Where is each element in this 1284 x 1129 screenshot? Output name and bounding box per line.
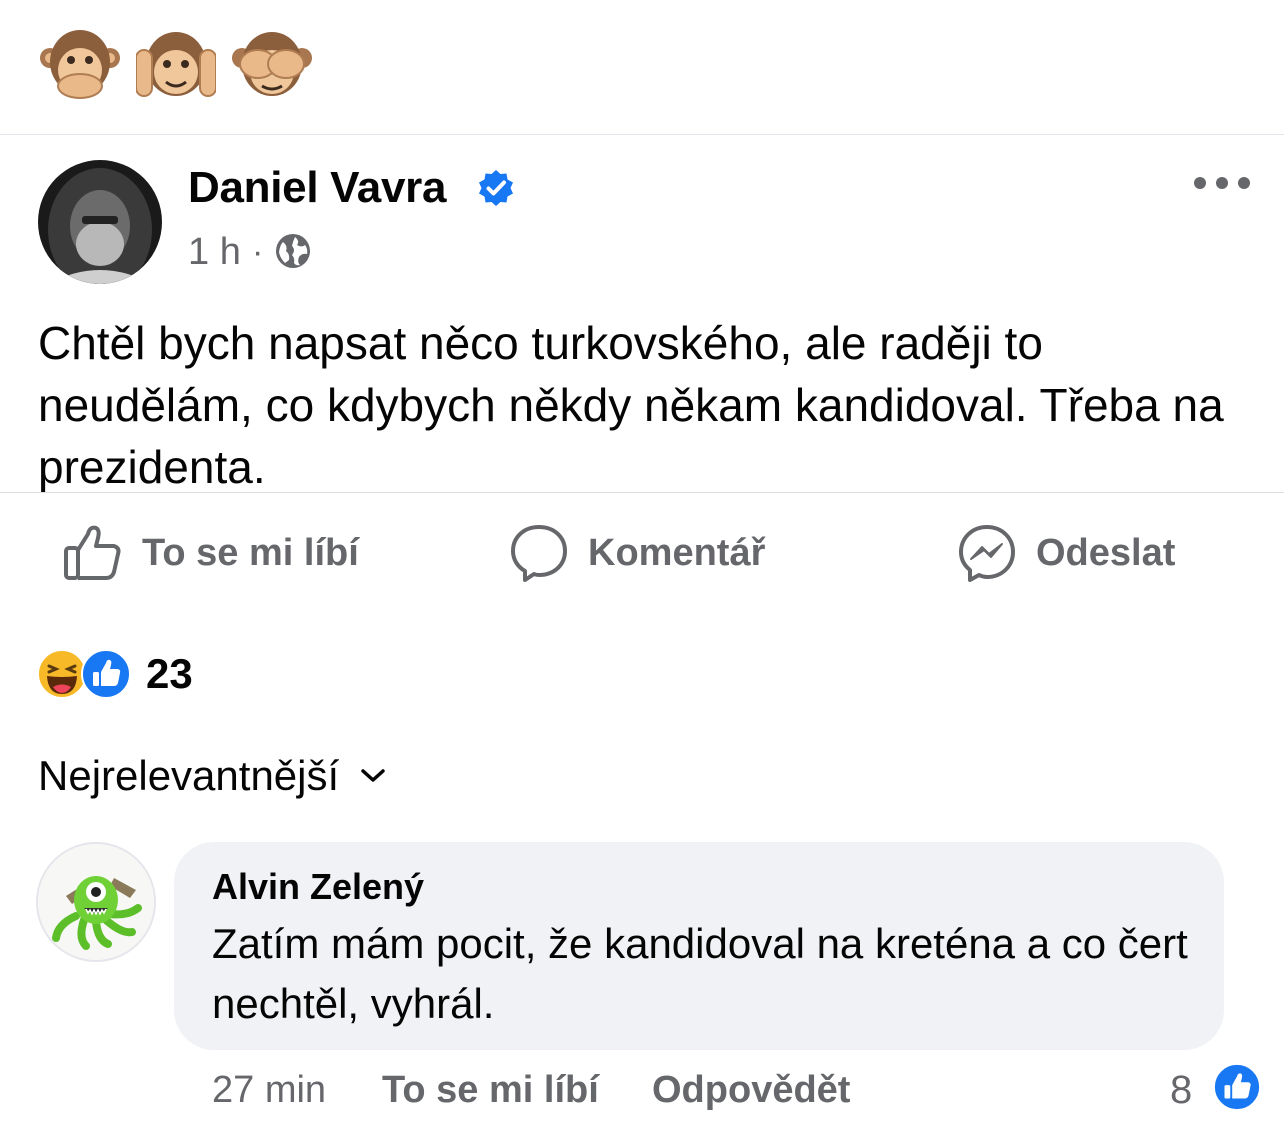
messenger-icon [959, 525, 1015, 582]
author-avatar[interactable] [38, 160, 162, 284]
comment-reply-button[interactable]: Odpovědět [652, 1066, 850, 1114]
comment-sort-dropdown[interactable]: Nejrelevantnější [38, 752, 387, 800]
like-reaction-icon[interactable] [1212, 1062, 1262, 1112]
comment-button-label: Komentář [588, 531, 766, 574]
reactions-summary[interactable]: 23 [36, 648, 193, 700]
commenter-name[interactable]: Alvin Zelený [212, 864, 424, 910]
comment-like-button[interactable]: To se mi líbí [382, 1066, 599, 1114]
post-divider [0, 492, 1284, 493]
verified-badge-icon [479, 170, 513, 206]
commenter-avatar[interactable] [36, 842, 156, 962]
sort-label: Nejrelevantnější [38, 752, 340, 799]
thumbs-up-icon [64, 525, 121, 580]
comment-like-count: 8 [1170, 1068, 1193, 1112]
emoji-row [40, 24, 312, 106]
like-button-label: To se mi líbí [142, 531, 359, 574]
speak-no-evil-monkey-icon [40, 30, 120, 99]
like-button[interactable]: To se mi líbí [62, 522, 359, 584]
globe-icon [276, 234, 310, 268]
comment-bubble-icon [511, 525, 567, 582]
reaction-count: 23 [146, 650, 193, 697]
send-button-label: Odeslat [1036, 531, 1176, 574]
like-reaction-icon [81, 649, 131, 699]
post-text: Chtěl bych napsat něco turkovského, ale … [38, 317, 1224, 492]
comment-text: Zatím mám pocit, že kandidoval na kretén… [212, 920, 1188, 1027]
post-time[interactable]: 1 h [188, 230, 241, 274]
comment-time[interactable]: 27 min [212, 1066, 326, 1114]
comment-button[interactable]: Komentář [508, 522, 765, 584]
send-button[interactable]: Odeslat [956, 522, 1175, 584]
author-name[interactable]: Daniel Vavra [188, 160, 446, 216]
see-no-evil-monkey-icon [232, 32, 312, 96]
time-separator: · [252, 233, 264, 271]
top-divider [0, 134, 1284, 135]
chevron-down-icon [361, 769, 385, 782]
more-options-icon[interactable] [1192, 172, 1252, 194]
hear-no-evil-monkey-icon [136, 32, 216, 97]
